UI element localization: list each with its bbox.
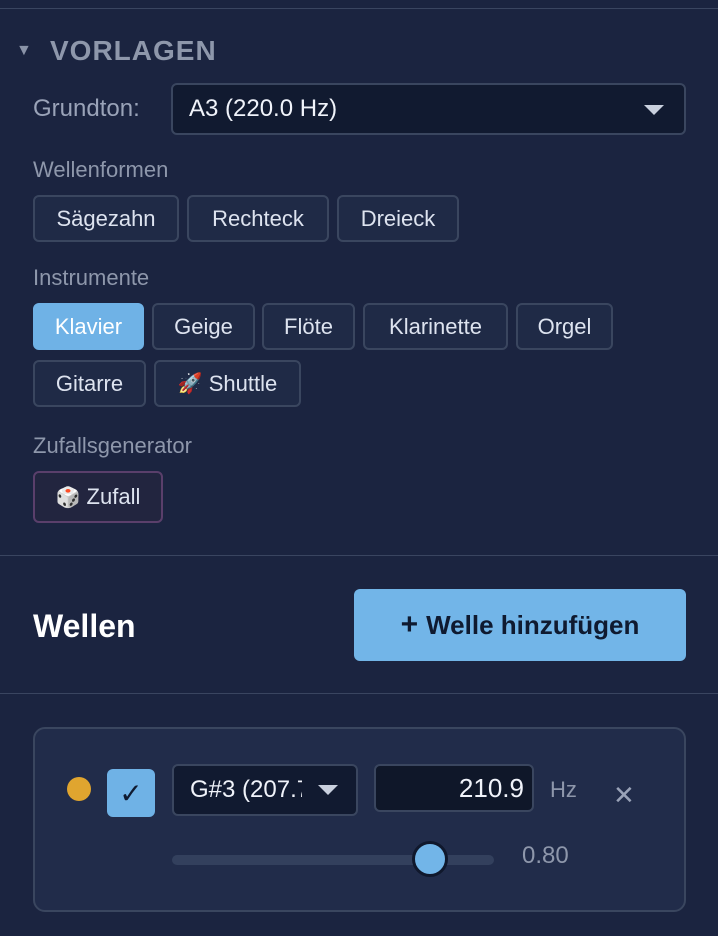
instrument-klavier-button[interactable]: Klavier (33, 303, 144, 350)
wave-color-dot (67, 777, 91, 801)
note-value: G#3 (207.7 Hz) (190, 776, 302, 803)
waveform-saw-button[interactable]: Sägezahn (33, 195, 179, 242)
wellen-title: Wellen (33, 608, 136, 644)
dice-icon: 🎲 (55, 486, 81, 509)
chevron-down-icon (644, 105, 664, 115)
grundton-label: Grundton: (33, 95, 140, 122)
frequency-input[interactable]: 210.9 (374, 764, 534, 812)
instrument-gitarre-button[interactable]: Gitarre (33, 360, 146, 407)
waveform-square-button[interactable]: Rechteck (187, 195, 329, 242)
divider (0, 693, 718, 694)
instrument-orgel-button[interactable]: Orgel (516, 303, 613, 350)
frequency-unit: Hz (550, 777, 577, 802)
rocket-icon: 🚀 (177, 373, 203, 395)
wave-enable-checkbox[interactable]: ✓ (107, 769, 155, 817)
instrument-geige-button[interactable]: Geige (152, 303, 255, 350)
amplitude-value: 0.80 (522, 842, 569, 869)
amplitude-slider-thumb[interactable] (411, 841, 448, 877)
instrumente-label: Instrumente (33, 265, 150, 290)
waveform-triangle-button[interactable]: Dreieck (337, 195, 459, 242)
wave-card: ✓ G#3 (207.7 Hz) 210.9 Hz ✕ 0.80 (33, 727, 686, 912)
grundton-select[interactable]: A3 (220.0 Hz) (171, 83, 686, 135)
divider (0, 555, 718, 556)
caret-down-icon[interactable]: ▼ (16, 42, 36, 60)
vorlagen-panel: ▼ VORLAGEN Grundton: A3 (220.0 Hz) Welle… (0, 0, 718, 936)
chevron-down-icon (318, 785, 338, 795)
grundton-value: A3 (220.0 Hz) (189, 95, 338, 122)
random-button[interactable]: 🎲 Zufall (33, 471, 163, 523)
note-select[interactable]: G#3 (207.7 Hz) (172, 764, 358, 816)
vorlagen-header[interactable]: ▼ VORLAGEN (16, 34, 217, 68)
wellenformen-label: Wellenformen (33, 157, 169, 182)
section-title: VORLAGEN (50, 35, 217, 66)
shuttle-label: Shuttle (208, 370, 278, 396)
instrument-shuttle-button[interactable]: 🚀 Shuttle (154, 360, 301, 407)
instrument-floete-button[interactable]: Flöte (262, 303, 355, 350)
random-label: Zufall (86, 484, 141, 509)
close-icon[interactable]: ✕ (613, 781, 635, 809)
divider (0, 8, 718, 9)
plus-icon: + (400, 608, 419, 641)
add-wave-label: Welle hinzufügen (426, 609, 640, 640)
zufallsgenerator-label: Zufallsgenerator (33, 433, 192, 458)
instrument-klarinette-button[interactable]: Klarinette (363, 303, 508, 350)
add-wave-button[interactable]: + Welle hinzufügen (354, 589, 686, 661)
